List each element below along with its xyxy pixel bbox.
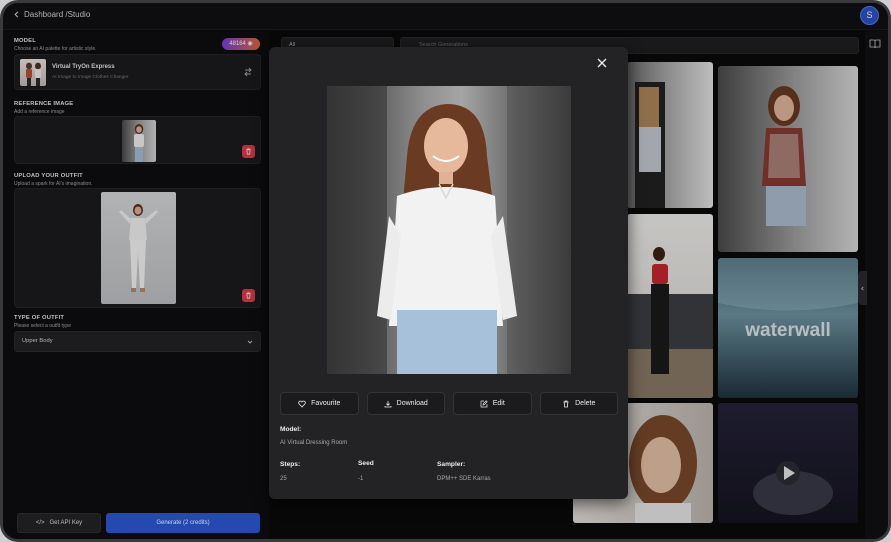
trash-icon	[563, 400, 569, 407]
favourite-label: Favourite	[311, 400, 341, 407]
download-label: Download	[396, 400, 428, 407]
sampler-value: DPM++ SDE Karras	[437, 476, 491, 482]
download-button[interactable]: Download	[366, 392, 445, 415]
generated-image	[327, 86, 571, 374]
image-detail-modal: Favourite Download Edit Delete Model: AI…	[269, 47, 628, 499]
seed-value: -1	[358, 476, 364, 482]
app-screen: Dashboard /Studio S MODEL Choose an AI p…	[3, 3, 888, 539]
edit-label: Edit	[492, 400, 505, 407]
edit-icon	[480, 399, 488, 407]
delete-button[interactable]: Delete	[539, 392, 618, 415]
model-value: AI Virtual Dressing Room	[280, 440, 348, 446]
steps-label: Steps:	[280, 461, 301, 468]
download-icon	[384, 400, 392, 407]
seed-label: Seed	[358, 460, 374, 467]
steps-value: 25	[280, 476, 287, 482]
favourite-button[interactable]: Favourite	[280, 392, 359, 415]
heart-icon	[298, 400, 306, 408]
delete-label: Delete	[575, 400, 596, 407]
sampler-label: Sampler:	[437, 461, 466, 468]
close-icon[interactable]	[596, 57, 608, 69]
modal-actions: Favourite Download Edit Delete	[280, 392, 618, 415]
edit-button[interactable]: Edit	[453, 392, 532, 415]
model-label: Model:	[280, 426, 302, 433]
device-frame: Dashboard /Studio S MODEL Choose an AI p…	[0, 0, 891, 542]
